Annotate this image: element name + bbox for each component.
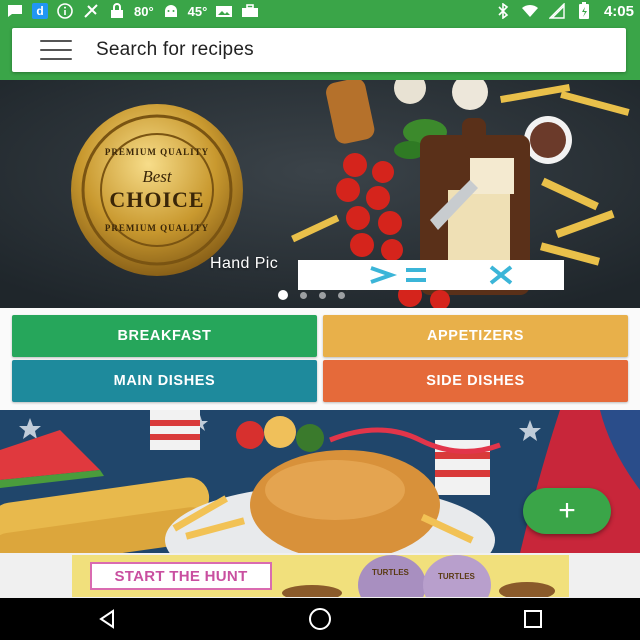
badge-main-text: CHOICE — [109, 187, 205, 212]
info-icon — [56, 3, 74, 19]
android-icon — [162, 3, 180, 19]
signal-icon — [548, 3, 566, 19]
category-grid: BREAKFAST APPETIZERS MAIN DISHES SIDE DI… — [12, 315, 628, 402]
status-bar: d 80° 45° 4:05 — [0, 0, 640, 22]
lock-icon — [108, 3, 126, 19]
ad-cta-button[interactable]: START THE HUNT — [90, 562, 272, 590]
overlay-ad-graphic — [370, 265, 513, 285]
wifi-icon — [521, 3, 539, 19]
ad-banner[interactable]: START THE HUNT TURTLES TURTLES — [72, 555, 569, 597]
carousel-dot[interactable] — [278, 290, 288, 300]
back-triangle-icon — [98, 609, 114, 629]
dictionary-app-icon: d — [32, 3, 48, 19]
recents-square-icon — [524, 610, 543, 628]
home-button[interactable] — [290, 598, 350, 640]
photo-icon — [215, 3, 233, 19]
badge-script-text: Best — [142, 167, 172, 186]
recents-button[interactable] — [503, 598, 563, 640]
system-nav-bar — [0, 598, 640, 640]
ad-brand-label: TURTLES — [372, 568, 409, 577]
category-side-dishes-button[interactable]: SIDE DISHES — [323, 360, 628, 402]
carousel-dot[interactable] — [300, 291, 307, 299]
ad-brand-label-2: TURTLES — [438, 572, 475, 581]
back-button[interactable] — [77, 598, 137, 640]
carousel-dot[interactable] — [319, 291, 326, 299]
category-main-dishes-button[interactable]: MAIN DISHES — [12, 360, 317, 402]
hero-carousel[interactable]: PREMIUM QUALITY Best CHOICE PREMIUM QUAL… — [0, 80, 640, 308]
battery-charging-icon — [575, 2, 593, 19]
category-appetizers-button[interactable]: APPETIZERS — [323, 315, 628, 357]
home-circle-icon — [308, 608, 331, 630]
clock: 4:05 — [603, 2, 634, 20]
badge-bottom-text: PREMIUM QUALITY — [104, 223, 210, 233]
overlay-ad[interactable] — [298, 260, 564, 290]
temperature-reading-2: 45° — [187, 3, 208, 19]
bluetooth-icon — [494, 3, 512, 19]
ad-strip: START THE HUNT TURTLES TURTLES — [0, 553, 640, 598]
sports-icon — [82, 3, 100, 19]
badge-top-text: PREMIUM QUALITY — [104, 147, 210, 157]
plus-icon: + — [558, 494, 576, 527]
search-input[interactable]: Search for recipes — [96, 39, 254, 61]
briefcase-icon — [241, 3, 259, 19]
hamburger-menu-icon[interactable] — [40, 40, 72, 60]
carousel-indicators — [278, 290, 345, 300]
search-bar[interactable]: Search for recipes — [12, 28, 626, 72]
temperature-reading: 80° — [134, 3, 154, 19]
best-choice-badge: PREMIUM QUALITY Best CHOICE PREMIUM QUAL… — [71, 104, 243, 276]
add-fab-button[interactable]: + — [523, 488, 611, 534]
message-icon — [6, 3, 24, 19]
slide-caption: Hand Pic — [210, 255, 279, 272]
category-breakfast-button[interactable]: BREAKFAST — [12, 315, 317, 357]
app-bar: Search for recipes — [0, 22, 640, 80]
carousel-dot[interactable] — [338, 291, 345, 299]
